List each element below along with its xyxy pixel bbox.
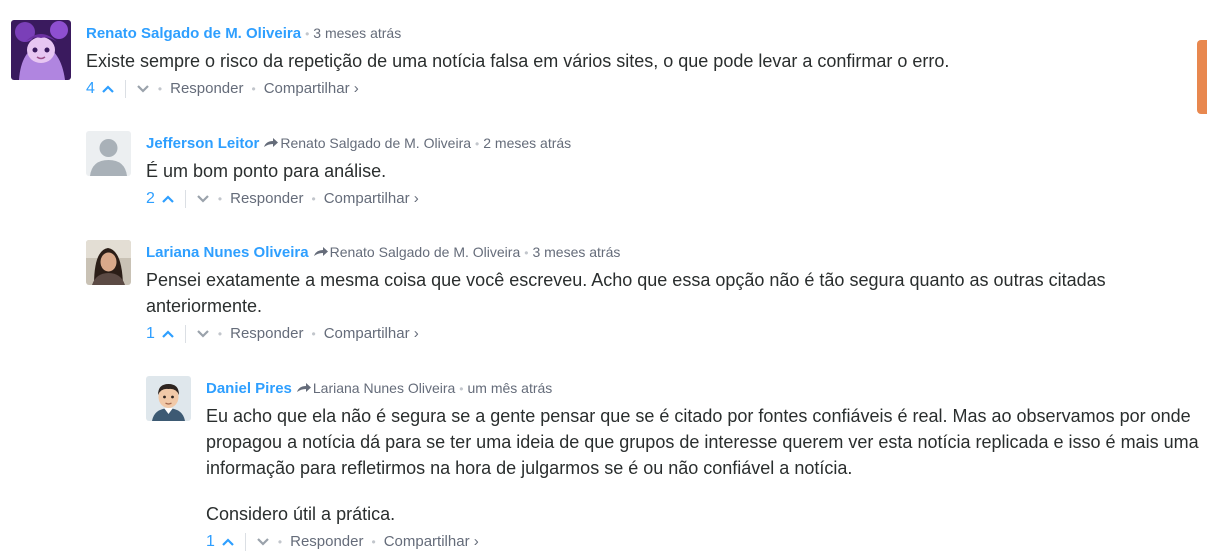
anime-character-avatar-icon <box>11 20 71 80</box>
reply-to-author[interactable]: Renato Salgado de M. Oliveira <box>330 244 521 260</box>
default-user-avatar-icon <box>86 131 131 176</box>
reply-to-author[interactable]: Lariana Nunes Oliveira <box>313 380 455 396</box>
chevron-down-icon <box>137 85 149 93</box>
comment-header: Jefferson Leitor Renato Salgado de M. Oli… <box>146 134 1196 153</box>
timestamp[interactable]: 3 meses atrás <box>532 244 620 260</box>
reply-arrow-icon <box>264 138 279 147</box>
vote-count: 1 <box>146 325 155 342</box>
reply-arrow-icon <box>313 247 328 256</box>
share-button[interactable]: Compartilhar › <box>324 189 419 209</box>
vote-count: 1 <box>206 533 215 550</box>
bullet: • <box>371 535 376 549</box>
divider <box>184 325 186 343</box>
bullet: • <box>217 327 223 341</box>
bullet: • <box>524 246 529 260</box>
downvote-button[interactable] <box>256 537 270 547</box>
downvote-button[interactable] <box>136 84 150 94</box>
bullet: • <box>475 137 480 151</box>
divider <box>244 533 246 551</box>
bullet: • <box>277 535 283 549</box>
photo-avatar-icon <box>86 240 131 285</box>
author-name[interactable]: Renato Salgado de M. Oliveira <box>86 25 301 42</box>
share-button[interactable]: Compartilhar › <box>384 532 479 552</box>
upvote-button[interactable]: 2 <box>146 189 175 209</box>
reply-arrow-icon <box>296 383 311 392</box>
avatar[interactable] <box>86 131 131 176</box>
comment-text: É um bom ponto para análise. <box>146 158 1196 184</box>
cartoon-man-avatar-icon <box>146 376 191 421</box>
comment-text: Existe sempre o risco da repetição de um… <box>86 48 1191 74</box>
share-button[interactable]: Compartilhar › <box>264 79 359 99</box>
comment-header: Daniel Pires Lariana Nunes Oliveira • um mê… <box>206 379 1206 398</box>
upvote-button[interactable]: 1 <box>146 324 175 344</box>
chevron-down-icon <box>197 330 209 338</box>
author-name[interactable]: Jefferson Leitor <box>146 135 259 152</box>
chevron-up-icon <box>162 195 174 203</box>
comment-footer: 4 • Responder • Compartilhar › <box>86 79 1191 99</box>
downvote-button[interactable] <box>196 194 210 204</box>
downvote-button[interactable] <box>196 329 210 339</box>
bullet: • <box>217 192 223 206</box>
comment-paragraph: Existe sempre o risco da repetição de um… <box>86 51 950 71</box>
comment-paragraph: Pensei exatamente a mesma coisa que você… <box>146 270 1106 316</box>
comment-paragraph: Considero útil a prática. <box>206 504 396 524</box>
timestamp[interactable]: um mês atrás <box>468 380 553 396</box>
comment-text: Pensei exatamente a mesma coisa que você… <box>146 267 1196 319</box>
chevron-up-icon <box>162 330 174 338</box>
upvote-button[interactable]: 4 <box>86 79 115 99</box>
avatar[interactable] <box>11 20 71 80</box>
bullet: • <box>459 382 464 396</box>
timestamp[interactable]: 3 meses atrás <box>313 25 401 41</box>
bullet: • <box>251 82 256 96</box>
reply-button[interactable]: Responder <box>230 324 303 344</box>
bullet: • <box>305 27 310 41</box>
timestamp[interactable]: 2 meses atrás <box>483 135 571 151</box>
upvote-button[interactable]: 1 <box>206 532 235 552</box>
comment-paragraph: É um bom ponto para análise. <box>146 161 387 181</box>
bullet: • <box>311 192 316 206</box>
bullet: • <box>157 82 163 96</box>
comment-header: Renato Salgado de M. Oliveira • 3 meses at… <box>86 24 1191 43</box>
reply-to-author[interactable]: Renato Salgado de M. Oliveira <box>280 135 471 151</box>
vote-count: 4 <box>86 80 95 97</box>
comment-header: Lariana Nunes Oliveira Renato Salgado de … <box>146 243 1196 262</box>
avatar[interactable] <box>86 240 131 285</box>
chevron-up-icon <box>222 538 234 546</box>
share-button[interactable]: Compartilhar › <box>324 324 419 344</box>
avatar[interactable] <box>146 376 191 421</box>
divider <box>184 190 186 208</box>
chevron-down-icon <box>257 538 269 546</box>
author-name[interactable]: Daniel Pires <box>206 380 292 397</box>
comment-footer: 1 • Responder • Compartilhar › <box>206 532 1206 552</box>
bullet: • <box>311 327 316 341</box>
comment-paragraph: Eu acho que ela não é segura se a gente … <box>206 406 1199 478</box>
reply-button[interactable]: Responder <box>230 189 303 209</box>
feedback-side-tab[interactable] <box>1197 40 1207 114</box>
vote-count: 2 <box>146 190 155 207</box>
author-name[interactable]: Lariana Nunes Oliveira <box>146 244 309 261</box>
reply-button[interactable]: Responder <box>290 532 363 552</box>
chevron-up-icon <box>102 85 114 93</box>
divider <box>124 80 126 98</box>
reply-button[interactable]: Responder <box>170 79 243 99</box>
comment-footer: 1 • Responder • Compartilhar › <box>146 324 1196 344</box>
comment-text: Eu acho que ela não é segura se a gente … <box>206 403 1206 527</box>
chevron-down-icon <box>197 195 209 203</box>
comment-footer: 2 • Responder • Compartilhar › <box>146 189 1196 209</box>
